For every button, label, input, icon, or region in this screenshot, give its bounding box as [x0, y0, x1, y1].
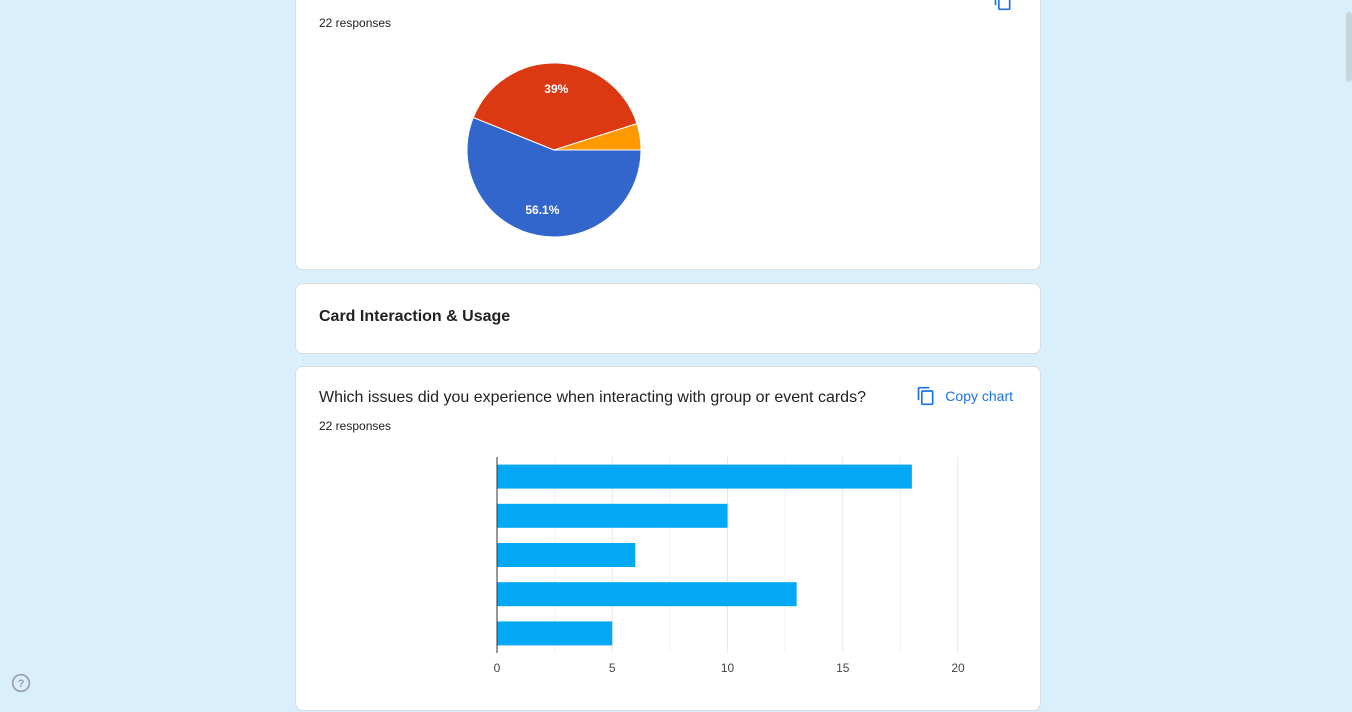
bar-4: [497, 621, 613, 646]
x-tick-label: 20: [951, 661, 965, 675]
x-tick-label: 15: [836, 661, 850, 675]
section-header-card: Card Interaction & Usage: [295, 283, 1041, 354]
pie-label-1: 39%: [544, 82, 568, 96]
question-card-pie: 22 responses 56.1% 39%: [295, 0, 1041, 270]
scrollbar-thumb[interactable]: [1346, 12, 1352, 82]
svg-text:?: ?: [18, 678, 25, 690]
bar-2: [497, 543, 636, 567]
help-icon[interactable]: ?: [11, 673, 31, 693]
scrollbar[interactable]: [1344, 0, 1352, 702]
bar-1: [497, 503, 728, 528]
question-card-bar: Which issues did you experience when int…: [295, 366, 1041, 711]
pie-chart: 56.1% 39%: [466, 62, 642, 238]
pie-label-0: 56.1%: [525, 203, 559, 217]
bar-chart: 0 5 10 15 20: [494, 457, 965, 675]
bar-0: [497, 464, 912, 489]
x-tick-label: 10: [721, 661, 735, 675]
section-title: Card Interaction & Usage: [319, 308, 511, 325]
bar-3: [497, 582, 797, 607]
x-tick-label: 5: [609, 661, 616, 675]
x-tick-label: 0: [494, 661, 501, 675]
